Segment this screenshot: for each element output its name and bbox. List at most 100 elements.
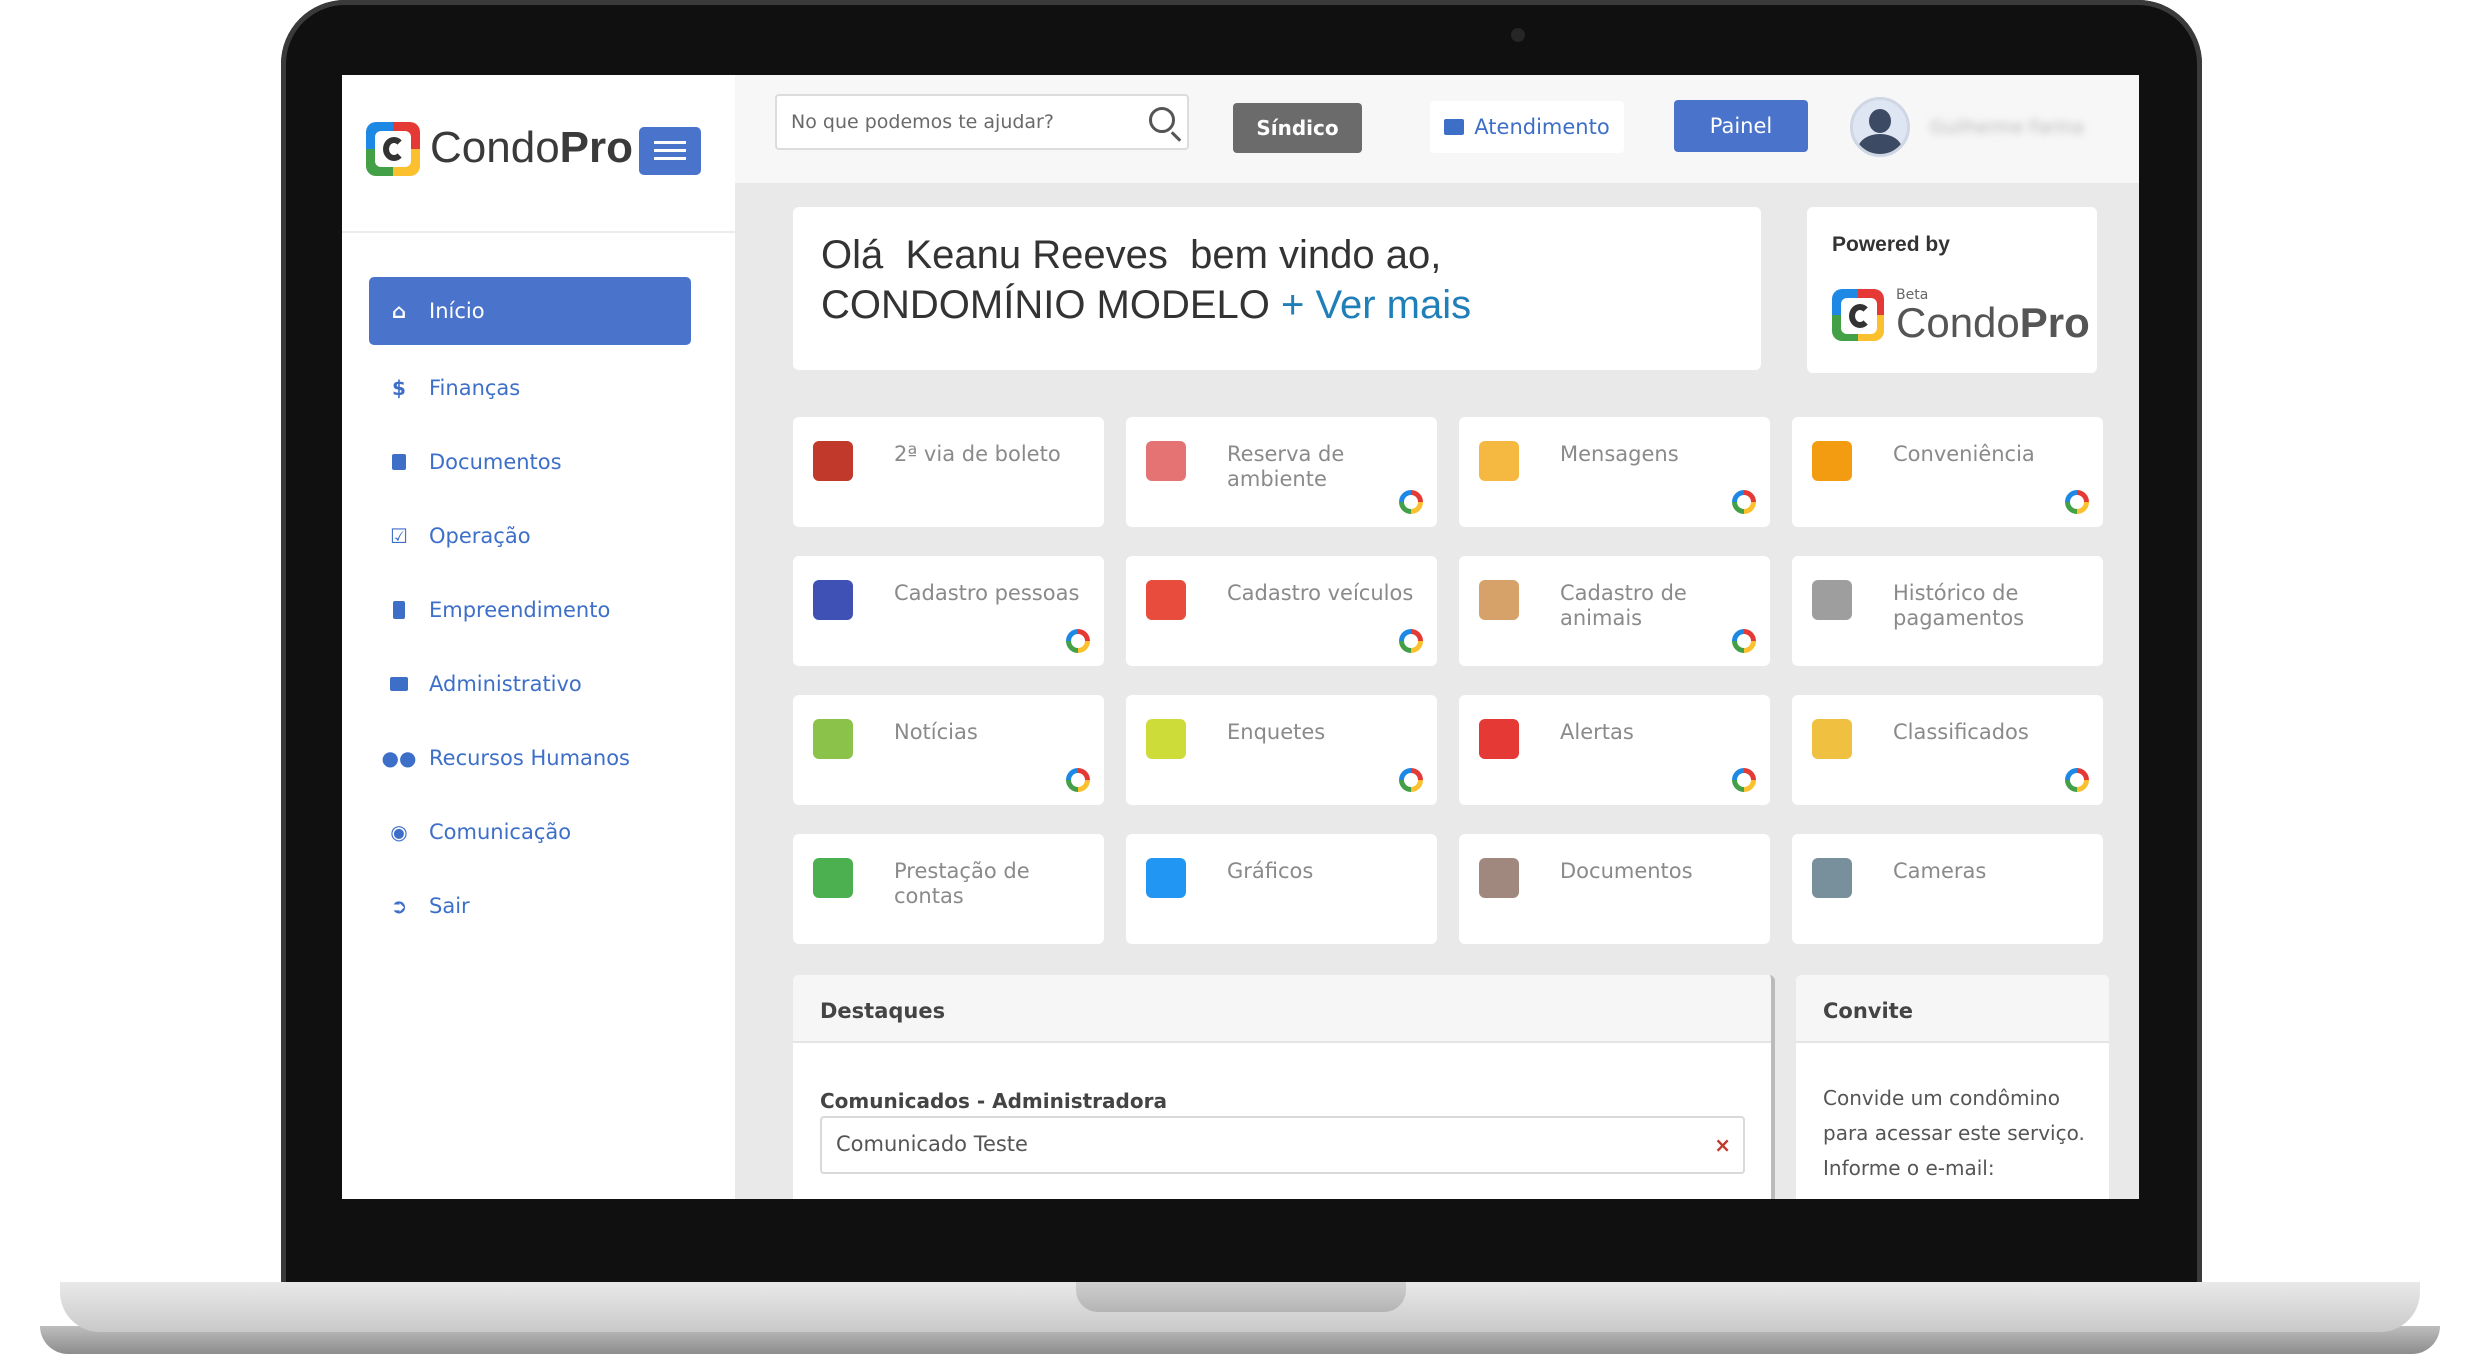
ver-mais-link[interactable]: + Ver mais: [1281, 283, 1471, 327]
comment-icon: ◉: [390, 820, 408, 844]
sidebar-item-financas[interactable]: $ Finanças: [369, 351, 691, 425]
sidebar-item-label: Comunicação: [429, 820, 572, 844]
sidebar-item-label: Administrativo: [429, 672, 582, 696]
barcode-icon: [813, 441, 853, 481]
list-icon: [1812, 719, 1852, 759]
pie-chart-icon: [1146, 858, 1186, 898]
sign-out-icon: ➲: [390, 894, 408, 918]
menu-toggle-button[interactable]: [639, 127, 701, 175]
tile-histórico-de-pagamentos[interactable]: Histórico de pagamentos: [1792, 556, 2103, 666]
sidebar-item-inicio[interactable]: ⌂ Início: [369, 277, 691, 345]
tile-cadastro-veículos[interactable]: Cadastro veículos: [1126, 556, 1437, 666]
tile-alertas[interactable]: Alertas: [1459, 695, 1770, 805]
chat-icon: [1444, 119, 1465, 135]
tile-label: Classificados: [1893, 720, 2029, 744]
user-name[interactable]: Guilherme Farina: [1930, 117, 2130, 138]
sidebar-item-recursos-humanos[interactable]: ●● Recursos Humanos: [369, 721, 691, 795]
tile-mensagens[interactable]: Mensagens: [1459, 417, 1770, 527]
brand-name[interactable]: CondoPro: [430, 123, 633, 173]
car-icon: [1146, 580, 1186, 620]
sidebar-item-comunicacao[interactable]: ◉ Comunicação: [369, 795, 691, 869]
tile-cameras[interactable]: Cameras: [1792, 834, 2103, 944]
tile-enquetes[interactable]: Enquetes: [1126, 695, 1437, 805]
welcome-greeting: Olá Keanu Reeves bem vindo ao,: [821, 233, 1442, 277]
dog-icon: [1479, 580, 1519, 620]
checklist-icon: [1146, 719, 1186, 759]
receipt-icon: [1812, 580, 1852, 620]
destaques-card: Destaques Comunicados - Administradora C…: [793, 975, 1775, 1199]
user-add-icon: [813, 580, 853, 620]
laptop-notch: [1076, 1282, 1406, 1312]
sidebar: CondoPro ⌂ Início $ Finanças Documentos …: [342, 75, 735, 1199]
painel-button[interactable]: Painel: [1674, 100, 1808, 152]
welcome-card: Olá Keanu Reeves bem vindo ao, CONDOMÍNI…: [793, 207, 1761, 370]
screen: CondoPro ⌂ Início $ Finanças Documentos …: [342, 75, 2139, 1199]
tile-reserva-de-ambiente[interactable]: Reserva de ambiente: [1126, 417, 1437, 527]
sidebar-item-label: Início: [429, 299, 485, 323]
webcam-icon: [1511, 28, 1525, 42]
sidebar-item-documentos[interactable]: Documentos: [369, 425, 691, 499]
loading-spinner-icon: [1399, 490, 1423, 514]
home-icon: ⌂: [391, 299, 407, 323]
tile-label: Gráficos: [1227, 859, 1314, 883]
tile-cadastro-pessoas[interactable]: Cadastro pessoas: [793, 556, 1104, 666]
destaques-title: Destaques: [793, 975, 1771, 1043]
envelope-icon: [1479, 441, 1519, 481]
convite-card: Convite Convide um condômino para acessa…: [1796, 975, 2109, 1199]
tile-gráficos[interactable]: Gráficos: [1126, 834, 1437, 944]
brand: CondoPro: [342, 75, 735, 233]
tile-label: Cadastro pessoas: [894, 581, 1080, 605]
tile-notícias[interactable]: Notícias: [793, 695, 1104, 805]
tile-prestação-de-contas[interactable]: Prestação de contas: [793, 834, 1104, 944]
comunicados-subtitle: Comunicados - Administradora: [820, 1089, 1167, 1113]
comunicado-item[interactable]: Comunicado Teste ×: [820, 1116, 1745, 1174]
condopro-logo-icon: [366, 122, 420, 176]
dollar-icon: $: [392, 376, 406, 400]
search-icon[interactable]: [1149, 107, 1175, 133]
tile-classificados[interactable]: Classificados: [1792, 695, 2103, 805]
welcome-condominio: CONDOMÍNIO MODELO + Ver mais: [821, 283, 1472, 327]
sidebar-item-label: Empreendimento: [429, 598, 611, 622]
avatar[interactable]: [1850, 97, 1910, 157]
tile-label: Cameras: [1893, 859, 1987, 883]
tile-label: Cadastro veículos: [1227, 581, 1414, 605]
loading-spinner-icon: [2065, 768, 2089, 792]
powered-by-card: Powered by Beta CondoPro: [1807, 207, 2097, 373]
tile-2-via-de-boleto[interactable]: 2ª via de boleto: [793, 417, 1104, 527]
condopro-logo-icon: [1832, 289, 1884, 341]
sidebar-item-empreendimento[interactable]: Empreendimento: [369, 573, 691, 647]
sidebar-item-sair[interactable]: ➲ Sair: [369, 869, 691, 943]
presentation-icon: [813, 858, 853, 898]
convite-text: Convide um condômino para acessar este s…: [1823, 1086, 2085, 1180]
atendimento-label: Atendimento: [1474, 115, 1610, 139]
sidebar-item-administrativo[interactable]: Administrativo: [369, 647, 691, 721]
tile-conveniência[interactable]: Conveniência: [1792, 417, 2103, 527]
close-icon[interactable]: ×: [1714, 1133, 1731, 1157]
loading-spinner-icon: [1732, 768, 1756, 792]
checkbox-icon: ☑: [390, 524, 408, 548]
comunicado-text: Comunicado Teste: [836, 1132, 1028, 1156]
users-icon: ●●: [381, 746, 417, 770]
newspaper-icon: [813, 719, 853, 759]
atendimento-button[interactable]: Atendimento: [1430, 101, 1624, 153]
tile-label: Histórico de pagamentos: [1893, 581, 2025, 630]
sindico-button[interactable]: Síndico: [1233, 103, 1362, 153]
tile-label: 2ª via de boleto: [894, 442, 1061, 466]
loading-spinner-icon: [1399, 768, 1423, 792]
folder-search-icon: [1479, 858, 1519, 898]
search-box: [775, 94, 1189, 150]
tile-label: Notícias: [894, 720, 978, 744]
calendar-icon: [1146, 441, 1186, 481]
powered-by-label: Powered by: [1832, 233, 1950, 256]
search-input[interactable]: [791, 96, 1131, 148]
tile-cadastro-de-animais[interactable]: Cadastro de animais: [1459, 556, 1770, 666]
siren-icon: [1479, 719, 1519, 759]
loading-spinner-icon: [1732, 629, 1756, 653]
convite-title: Convite: [1796, 975, 2109, 1043]
loading-spinner-icon: [1066, 768, 1090, 792]
tile-documentos[interactable]: Documentos: [1459, 834, 1770, 944]
tile-label: Conveniência: [1893, 442, 2035, 466]
camera-icon: [1812, 858, 1852, 898]
sidebar-item-operacao[interactable]: ☑ Operação: [369, 499, 691, 573]
tile-label: Cadastro de animais: [1560, 581, 1687, 630]
